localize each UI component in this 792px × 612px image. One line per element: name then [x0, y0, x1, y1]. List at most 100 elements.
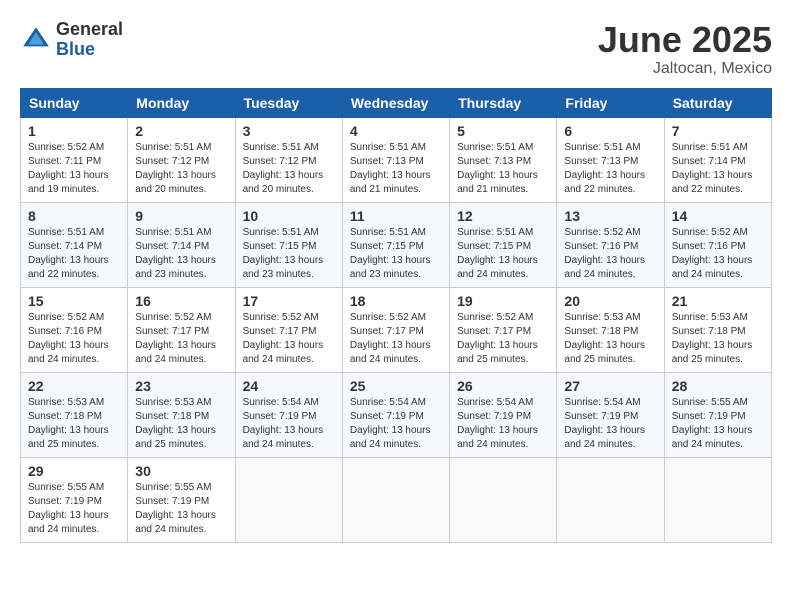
calendar-cell [450, 457, 557, 542]
day-info: Sunrise: 5:54 AM Sunset: 7:19 PM Dayligh… [243, 396, 335, 452]
day-info: Sunrise: 5:52 AM Sunset: 7:17 PM Dayligh… [457, 311, 549, 367]
calendar-cell: 11 Sunrise: 5:51 AM Sunset: 7:15 PM Dayli… [342, 202, 449, 287]
calendar-cell: 21Sunrise: 5:53 AM Sunset: 7:18 PM Dayli… [664, 287, 771, 372]
calendar-cell: 19 Sunrise: 5:52 AM Sunset: 7:17 PM Dayli… [450, 287, 557, 372]
day-info: Sunrise: 5:52 AM Sunset: 7:17 PM Dayligh… [350, 311, 442, 367]
day-info: Sunrise: 5:51 AM Sunset: 7:15 PM Dayligh… [350, 226, 442, 282]
col-header-friday: Friday [557, 88, 664, 117]
calendar-cell: 9 Sunrise: 5:51 AM Sunset: 7:14 PM Daylig… [128, 202, 235, 287]
day-info: Sunrise: 5:52 AM Sunset: 7:16 PM Dayligh… [564, 226, 656, 282]
day-number: 3 [243, 123, 335, 139]
day-number: 9 [135, 208, 227, 224]
calendar-cell: 20 Sunrise: 5:53 AM Sunset: 7:18 PM Dayli… [557, 287, 664, 372]
calendar-cell [664, 457, 771, 542]
day-info: Sunrise: 5:52 AM Sunset: 7:16 PM Dayligh… [28, 311, 120, 367]
calendar-cell: 8 Sunrise: 5:51 AM Sunset: 7:14 PM Daylig… [21, 202, 128, 287]
day-number: 18 [350, 293, 442, 309]
calendar-cell: 14 Sunrise: 5:52 AM Sunset: 7:16 PM Dayli… [664, 202, 771, 287]
col-header-saturday: Saturday [664, 88, 771, 117]
col-header-wednesday: Wednesday [342, 88, 449, 117]
day-number: 8 [28, 208, 120, 224]
calendar-cell: 5Sunrise: 5:51 AM Sunset: 7:13 PM Daylig… [450, 117, 557, 202]
day-info: Sunrise: 5:53 AM Sunset: 7:18 PM Dayligh… [28, 396, 120, 452]
day-info: Sunrise: 5:51 AM Sunset: 7:15 PM Dayligh… [457, 226, 549, 282]
col-header-monday: Monday [128, 88, 235, 117]
day-number: 24 [243, 378, 335, 394]
calendar-cell: 6Sunrise: 5:51 AM Sunset: 7:13 PM Daylig… [557, 117, 664, 202]
day-info: Sunrise: 5:51 AM Sunset: 7:12 PM Dayligh… [243, 141, 335, 197]
calendar-cell: 7 Sunrise: 5:51 AM Sunset: 7:14 PM Daylig… [664, 117, 771, 202]
day-info: Sunrise: 5:53 AM Sunset: 7:18 PM Dayligh… [564, 311, 656, 367]
day-info: Sunrise: 5:55 AM Sunset: 7:19 PM Dayligh… [672, 396, 764, 452]
day-number: 22 [28, 378, 120, 394]
day-info: Sunrise: 5:51 AM Sunset: 7:14 PM Dayligh… [28, 226, 120, 282]
day-number: 28 [672, 378, 764, 394]
day-number: 30 [135, 463, 227, 479]
calendar-table: SundayMondayTuesdayWednesdayThursdayFrid… [20, 88, 772, 543]
day-number: 16 [135, 293, 227, 309]
day-number: 13 [564, 208, 656, 224]
calendar-cell: 25Sunrise: 5:54 AM Sunset: 7:19 PM Dayli… [342, 372, 449, 457]
logo: General Blue [20, 20, 123, 60]
day-info: Sunrise: 5:51 AM Sunset: 7:14 PM Dayligh… [672, 141, 764, 197]
calendar-cell: 30 Sunrise: 5:55 AM Sunset: 7:19 PM Dayli… [128, 457, 235, 542]
title-block: June 2025 Jaltocan, Mexico [598, 20, 772, 78]
day-number: 26 [457, 378, 549, 394]
day-number: 10 [243, 208, 335, 224]
calendar-cell: 27Sunrise: 5:54 AM Sunset: 7:19 PM Dayli… [557, 372, 664, 457]
calendar-cell: 12 Sunrise: 5:51 AM Sunset: 7:15 PM Dayli… [450, 202, 557, 287]
day-info: Sunrise: 5:51 AM Sunset: 7:13 PM Dayligh… [350, 141, 442, 197]
col-header-sunday: Sunday [21, 88, 128, 117]
calendar-cell: 29Sunrise: 5:55 AM Sunset: 7:19 PM Dayli… [21, 457, 128, 542]
day-number: 1 [28, 123, 120, 139]
week-row-4: 22 Sunrise: 5:53 AM Sunset: 7:18 PM Dayli… [21, 372, 772, 457]
calendar-cell: 26 Sunrise: 5:54 AM Sunset: 7:19 PM Dayli… [450, 372, 557, 457]
header-row: SundayMondayTuesdayWednesdayThursdayFrid… [21, 88, 772, 117]
week-row-3: 15 Sunrise: 5:52 AM Sunset: 7:16 PM Dayli… [21, 287, 772, 372]
calendar-cell: 2Sunrise: 5:51 AM Sunset: 7:12 PM Daylig… [128, 117, 235, 202]
day-number: 4 [350, 123, 442, 139]
day-info: Sunrise: 5:51 AM Sunset: 7:12 PM Dayligh… [135, 141, 227, 197]
day-number: 21 [672, 293, 764, 309]
calendar-cell: 23 Sunrise: 5:53 AM Sunset: 7:18 PM Dayli… [128, 372, 235, 457]
calendar-cell: 16 Sunrise: 5:52 AM Sunset: 7:17 PM Dayli… [128, 287, 235, 372]
calendar-cell: 13 Sunrise: 5:52 AM Sunset: 7:16 PM Dayli… [557, 202, 664, 287]
month-title: June 2025 [598, 20, 772, 60]
day-info: Sunrise: 5:52 AM Sunset: 7:16 PM Dayligh… [672, 226, 764, 282]
col-header-tuesday: Tuesday [235, 88, 342, 117]
logo-text: General Blue [56, 20, 123, 60]
calendar-cell: 18 Sunrise: 5:52 AM Sunset: 7:17 PM Dayli… [342, 287, 449, 372]
day-number: 25 [350, 378, 442, 394]
day-info: Sunrise: 5:52 AM Sunset: 7:17 PM Dayligh… [243, 311, 335, 367]
calendar-cell: 15 Sunrise: 5:52 AM Sunset: 7:16 PM Dayli… [21, 287, 128, 372]
day-info: Sunrise: 5:53 AM Sunset: 7:18 PM Dayligh… [135, 396, 227, 452]
logo-general: General [56, 20, 123, 40]
day-number: 11 [350, 208, 442, 224]
day-number: 7 [672, 123, 764, 139]
day-info: Sunrise: 5:55 AM Sunset: 7:19 PM Dayligh… [28, 481, 120, 537]
calendar-cell: 22 Sunrise: 5:53 AM Sunset: 7:18 PM Dayli… [21, 372, 128, 457]
day-number: 12 [457, 208, 549, 224]
week-row-1: 1Sunrise: 5:52 AM Sunset: 7:11 PM Daylig… [21, 117, 772, 202]
day-info: Sunrise: 5:52 AM Sunset: 7:17 PM Dayligh… [135, 311, 227, 367]
day-number: 23 [135, 378, 227, 394]
page-header: General Blue June 2025 Jaltocan, Mexico [20, 20, 772, 78]
calendar-cell: 4 Sunrise: 5:51 AM Sunset: 7:13 PM Daylig… [342, 117, 449, 202]
calendar-cell [557, 457, 664, 542]
day-number: 17 [243, 293, 335, 309]
day-info: Sunrise: 5:54 AM Sunset: 7:19 PM Dayligh… [457, 396, 549, 452]
day-info: Sunrise: 5:51 AM Sunset: 7:14 PM Dayligh… [135, 226, 227, 282]
logo-icon [20, 24, 52, 56]
day-number: 20 [564, 293, 656, 309]
calendar-cell [235, 457, 342, 542]
calendar-cell: 3 Sunrise: 5:51 AM Sunset: 7:12 PM Daylig… [235, 117, 342, 202]
calendar-cell: 10Sunrise: 5:51 AM Sunset: 7:15 PM Dayli… [235, 202, 342, 287]
day-info: Sunrise: 5:55 AM Sunset: 7:19 PM Dayligh… [135, 481, 227, 537]
logo-blue: Blue [56, 40, 123, 60]
week-row-2: 8 Sunrise: 5:51 AM Sunset: 7:14 PM Daylig… [21, 202, 772, 287]
day-info: Sunrise: 5:51 AM Sunset: 7:13 PM Dayligh… [457, 141, 549, 197]
day-number: 19 [457, 293, 549, 309]
day-number: 14 [672, 208, 764, 224]
day-number: 15 [28, 293, 120, 309]
week-row-5: 29Sunrise: 5:55 AM Sunset: 7:19 PM Dayli… [21, 457, 772, 542]
